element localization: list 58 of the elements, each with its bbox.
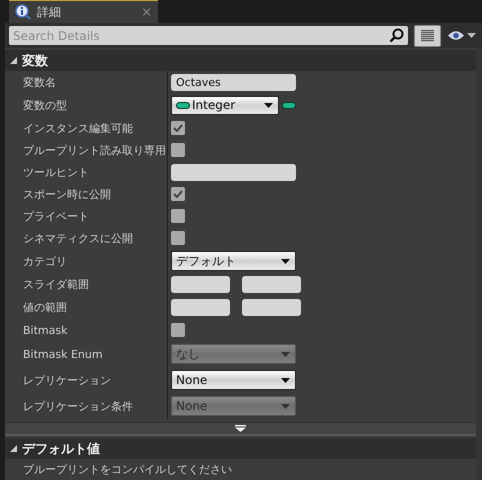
checkbox[interactable] xyxy=(171,209,185,223)
property-label: 変数の型 xyxy=(23,98,67,112)
check-icon xyxy=(173,124,183,132)
text-field[interactable] xyxy=(171,164,296,180)
property-label: レプリケーション xyxy=(23,372,111,388)
compile-message: ブループリントをコンパイルしてください xyxy=(23,462,232,477)
container-type-icon xyxy=(282,102,296,108)
check-icon xyxy=(173,190,183,198)
checkbox[interactable] xyxy=(171,187,185,201)
section-title: デフォルト値 xyxy=(22,440,100,458)
pin-icon xyxy=(176,102,190,108)
max-field[interactable] xyxy=(242,299,301,316)
checkbox[interactable] xyxy=(171,231,185,245)
collapse-icon[interactable] xyxy=(10,57,17,64)
checkbox[interactable] xyxy=(171,323,185,337)
details-tab[interactable]: 詳細 × xyxy=(9,0,158,23)
caret-icon xyxy=(264,102,273,108)
eye-icon xyxy=(447,30,465,41)
category-combo[interactable]: デフォルト xyxy=(171,251,296,271)
section-header[interactable]: デフォルト値 xyxy=(5,438,476,459)
property-label: プライベート xyxy=(23,208,89,224)
property-label: スライダ範囲 xyxy=(23,277,89,292)
min-field[interactable] xyxy=(171,276,230,293)
min-field[interactable] xyxy=(171,299,230,316)
advanced-bar[interactable] xyxy=(5,422,476,436)
property-label: Bitmask xyxy=(23,324,68,336)
section-header[interactable]: 変数 xyxy=(5,50,476,71)
collapse-icon[interactable] xyxy=(10,445,17,452)
caret-icon xyxy=(281,352,290,356)
checkbox[interactable] xyxy=(171,143,185,157)
text-field[interactable]: Octaves xyxy=(171,74,296,90)
property-label: スポーン時に公開 xyxy=(23,186,111,202)
caret-icon xyxy=(467,33,476,38)
view-options-button[interactable] xyxy=(414,24,441,46)
property-label: Bitmask Enum xyxy=(23,348,103,360)
search-icon[interactable] xyxy=(389,28,404,43)
caret-icon xyxy=(281,404,290,408)
list-icon xyxy=(421,30,434,42)
tab-title: 詳細 xyxy=(37,4,62,20)
property-label: インスタンス編集可能 xyxy=(23,120,133,136)
property-label: 値の範囲 xyxy=(23,300,67,315)
caret-icon xyxy=(281,378,290,382)
property-label: ツールヒント xyxy=(23,164,89,180)
info-magnifier-icon xyxy=(15,4,31,20)
property-label: カテゴリ xyxy=(23,254,67,268)
property-label: 変数名 xyxy=(23,74,56,90)
property-label: シネマティクスに公開 xyxy=(23,230,133,246)
max-field[interactable] xyxy=(242,276,301,293)
property-label: ブループリント読み取り専用 xyxy=(23,142,166,158)
caret-icon xyxy=(281,258,290,264)
visibility-button[interactable] xyxy=(447,30,476,41)
expand-more-icon xyxy=(235,425,246,432)
section-title: 変数 xyxy=(22,52,48,70)
dropdown[interactable]: None xyxy=(171,370,296,390)
checkbox[interactable] xyxy=(171,121,185,135)
property-label: レプリケーション条件 xyxy=(23,398,133,414)
type-dropdown[interactable]: Integer xyxy=(171,96,279,114)
search-field[interactable]: Search Details xyxy=(9,26,408,45)
